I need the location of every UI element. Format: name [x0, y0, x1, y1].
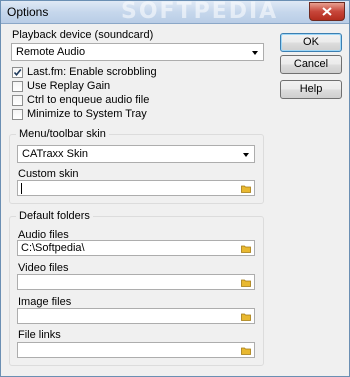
- window-title: Options: [7, 5, 49, 19]
- custom-skin-field[interactable]: [17, 180, 255, 196]
- help-button[interactable]: Help: [280, 80, 342, 99]
- default-folders-title: Default folders: [16, 210, 93, 222]
- skin-group-title: Menu/toolbar skin: [16, 128, 109, 140]
- watermark: SOFTPEDIA: [121, 0, 279, 24]
- chevron-down-icon: [243, 153, 249, 157]
- skin-select-value: CATraxx Skin: [22, 148, 89, 160]
- options-window: Options SOFTPEDIA Playback device (sound…: [0, 0, 350, 377]
- file-links-field[interactable]: [17, 342, 255, 358]
- custom-skin-label: Custom skin: [18, 168, 79, 180]
- image-files-label: Image files: [18, 296, 72, 308]
- folder-icon[interactable]: [241, 184, 251, 193]
- minimize-tray-label[interactable]: Minimize to System Tray: [27, 108, 147, 120]
- folder-icon[interactable]: [241, 312, 251, 321]
- title-bar[interactable]: Options SOFTPEDIA: [1, 0, 349, 24]
- audio-files-value: C:\Softpedia\: [21, 242, 85, 254]
- audio-files-field[interactable]: C:\Softpedia\: [17, 240, 255, 256]
- playback-device-select[interactable]: Remote Audio: [11, 43, 264, 61]
- video-files-label: Video files: [18, 262, 69, 274]
- folder-icon[interactable]: [241, 278, 251, 287]
- folder-icon[interactable]: [241, 346, 251, 355]
- cancel-button[interactable]: Cancel: [280, 55, 342, 74]
- checkmark-icon: [13, 68, 22, 77]
- minimize-tray-checkbox[interactable]: [12, 109, 23, 120]
- ctrl-enqueue-checkbox[interactable]: [12, 95, 23, 106]
- close-icon: [322, 7, 332, 16]
- text-cursor: [21, 183, 22, 194]
- scrobbling-checkbox[interactable]: [12, 67, 23, 78]
- image-files-field[interactable]: [17, 308, 255, 324]
- playback-device-value: Remote Audio: [16, 46, 86, 58]
- close-button[interactable]: [309, 2, 345, 21]
- chevron-down-icon: [252, 51, 258, 55]
- file-links-label: File links: [18, 329, 61, 341]
- playback-device-label: Playback device (soundcard): [12, 29, 154, 41]
- ok-button[interactable]: OK: [280, 33, 342, 52]
- video-files-field[interactable]: [17, 274, 255, 290]
- folder-icon[interactable]: [241, 244, 251, 253]
- ctrl-enqueue-label[interactable]: Ctrl to enqueue audio file: [27, 94, 149, 106]
- replay-gain-checkbox[interactable]: [12, 81, 23, 92]
- scrobbling-label[interactable]: Last.fm: Enable scrobbling: [27, 66, 157, 78]
- replay-gain-label[interactable]: Use Replay Gain: [27, 80, 110, 92]
- dialog-body: Playback device (soundcard) Remote Audio…: [1, 24, 349, 376]
- skin-select[interactable]: CATraxx Skin: [17, 145, 255, 163]
